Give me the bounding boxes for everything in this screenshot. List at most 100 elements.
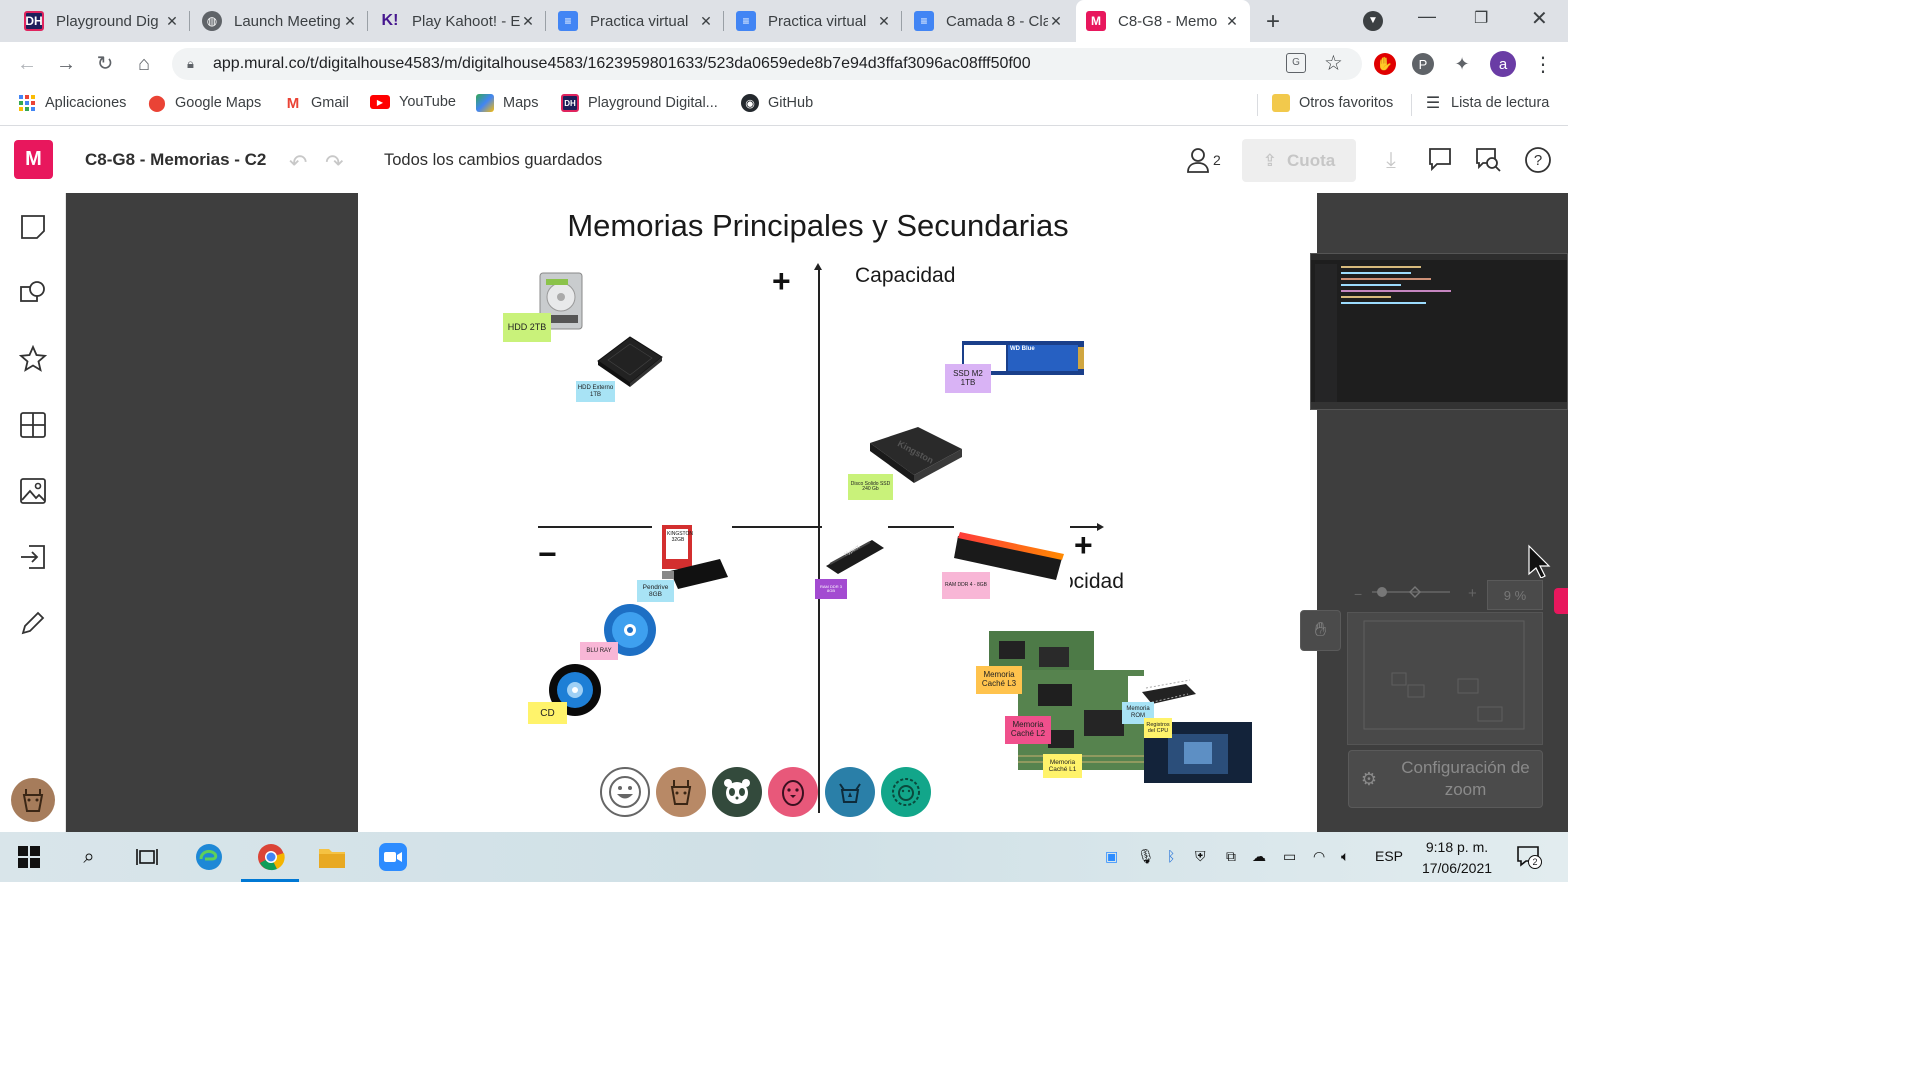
search-comments-icon[interactable] bbox=[1474, 146, 1502, 174]
bookmark-apps[interactable]: Aplicaciones bbox=[18, 94, 126, 112]
penguin-icon[interactable] bbox=[768, 767, 818, 817]
share-button[interactable]: ⇪ Cuota bbox=[1242, 139, 1356, 182]
close-icon[interactable]: ✕ bbox=[164, 13, 180, 30]
y-axis-label[interactable]: Capacidad bbox=[855, 264, 955, 288]
minus-left-label[interactable]: − bbox=[538, 536, 557, 573]
sticky-note[interactable]: HDD 2TB bbox=[503, 313, 551, 342]
side-tab[interactable] bbox=[1554, 588, 1568, 614]
zoom-settings-button[interactable]: ⚙ Configuración de zoom bbox=[1348, 750, 1543, 808]
lock-icon[interactable]: 🔒︎ bbox=[187, 56, 194, 72]
forward-icon[interactable]: → bbox=[54, 52, 78, 76]
tab-practica-1[interactable]: ≡ Practica virtual ✕ bbox=[548, 0, 724, 42]
restore-icon[interactable]: ❐ bbox=[1474, 8, 1488, 28]
security-icon[interactable]: ⛨ bbox=[1195, 848, 1206, 865]
bookmark-youtube[interactable]: ▶ YouTube bbox=[370, 94, 456, 110]
sticky-note[interactable]: SSD M2 1TB bbox=[945, 364, 991, 393]
panda-icon[interactable] bbox=[712, 767, 762, 817]
help-icon[interactable]: ? bbox=[1524, 146, 1552, 174]
window-close-icon[interactable]: ✕ bbox=[1531, 6, 1548, 31]
onedrive-icon[interactable]: ☁ bbox=[1252, 848, 1266, 865]
tab-search-icon[interactable]: ▼ bbox=[1363, 11, 1383, 31]
notifications-icon[interactable]: 2 bbox=[1516, 845, 1542, 869]
battery-icon[interactable]: ▭ bbox=[1283, 848, 1296, 865]
bookmark-gmail[interactable]: M Gmail bbox=[284, 94, 349, 112]
tab-mural-active[interactable]: M C8-G8 - Memo ✕ bbox=[1076, 0, 1250, 42]
bookmark-google-maps[interactable]: ⬤ Google Maps bbox=[148, 94, 261, 112]
sticky-note[interactable]: BLU RAY bbox=[580, 642, 618, 660]
pinterest-icon[interactable]: P bbox=[1412, 53, 1434, 75]
url-text[interactable]: app.mural.co/t/digitalhouse4583/m/digita… bbox=[213, 55, 1031, 73]
pencil-icon[interactable] bbox=[19, 609, 47, 637]
close-icon[interactable]: ✕ bbox=[876, 13, 892, 30]
tab-camada[interactable]: ≡ Camada 8 - Cla ✕ bbox=[904, 0, 1074, 42]
sticky-note[interactable]: RAM DDR 3 8GB bbox=[815, 579, 847, 599]
redo-icon[interactable]: ↷ bbox=[325, 150, 343, 176]
undo-icon[interactable]: ↶ bbox=[289, 150, 307, 176]
download-icon[interactable]: ⤓ bbox=[1377, 146, 1405, 174]
tab-practica-2[interactable]: ≡ Practica virtual ✕ bbox=[726, 0, 902, 42]
star-icon[interactable]: ☆ bbox=[1324, 51, 1343, 76]
menu-icon[interactable]: ⋮ bbox=[1533, 52, 1553, 77]
lion-icon[interactable] bbox=[881, 767, 931, 817]
close-icon[interactable]: ✕ bbox=[1048, 13, 1064, 30]
sticky-note[interactable]: CD bbox=[528, 702, 567, 724]
bookmark-playground[interactable]: DH Playground Digital... bbox=[561, 94, 718, 112]
tab-playground[interactable]: DH Playground Dig ✕ bbox=[14, 0, 190, 42]
profile-avatar[interactable]: a bbox=[1490, 51, 1516, 77]
reload-icon[interactable]: ↻ bbox=[93, 52, 117, 76]
reading-list[interactable]: ☰ Lista de lectura bbox=[1424, 94, 1550, 112]
screen-share-preview[interactable] bbox=[1310, 253, 1568, 410]
extensions-icon[interactable]: ✦ bbox=[1451, 53, 1473, 75]
zoom-level[interactable]: 9 % bbox=[1487, 580, 1543, 610]
translate-icon[interactable]: G bbox=[1286, 53, 1306, 73]
search-icon[interactable]: ⌕ bbox=[74, 842, 104, 872]
smiley-icon[interactable] bbox=[600, 767, 650, 817]
microphone-icon[interactable]: 🎙︎ bbox=[1137, 848, 1155, 865]
sticky-note[interactable]: Memoria Caché L1 bbox=[1043, 754, 1082, 778]
edge-icon[interactable] bbox=[194, 842, 224, 872]
minimize-icon[interactable]: — bbox=[1418, 6, 1436, 27]
close-icon[interactable]: ✕ bbox=[1224, 13, 1240, 30]
image-icon[interactable] bbox=[19, 477, 47, 505]
sticky-note[interactable]: Registros del CPU bbox=[1144, 718, 1172, 738]
sticky-note[interactable]: Pendrive 8GB bbox=[637, 580, 674, 602]
volume-icon[interactable]: 🔈︎ bbox=[1341, 848, 1349, 865]
new-tab-icon[interactable]: + bbox=[1266, 8, 1280, 36]
close-icon[interactable]: ✕ bbox=[520, 13, 536, 30]
home-icon[interactable]: ⌂ bbox=[132, 52, 156, 76]
star-icon[interactable] bbox=[18, 344, 48, 373]
giraffe-icon[interactable] bbox=[656, 767, 706, 817]
comment-icon[interactable] bbox=[1426, 146, 1454, 174]
chrome-icon[interactable] bbox=[256, 842, 286, 872]
sticky-note[interactable]: HDD Externo 1TB bbox=[576, 381, 615, 402]
adblock-icon[interactable]: ✋ bbox=[1374, 53, 1396, 75]
rhino-icon[interactable] bbox=[825, 767, 875, 817]
sticky-note-icon[interactable] bbox=[19, 213, 47, 241]
collaborators-button[interactable]: 2 bbox=[1186, 147, 1221, 173]
wifi-icon[interactable]: ◠ bbox=[1313, 848, 1325, 865]
zoom-tray-icon[interactable]: ▣ bbox=[1105, 848, 1118, 865]
import-icon[interactable] bbox=[19, 543, 47, 571]
sticky-note[interactable]: Memoria Caché L2 bbox=[1005, 716, 1051, 744]
shapes-icon[interactable] bbox=[19, 279, 47, 307]
hand-tool-icon[interactable]: ✋︎ bbox=[1300, 610, 1341, 651]
windows-start-icon[interactable] bbox=[14, 842, 44, 872]
bookmark-github[interactable]: ◉ GitHub bbox=[741, 94, 813, 112]
close-icon[interactable]: ✕ bbox=[342, 13, 358, 30]
close-icon[interactable]: ✕ bbox=[698, 13, 714, 30]
bookmark-other-favorites[interactable]: Otros favoritos bbox=[1272, 94, 1393, 112]
task-view-icon[interactable] bbox=[132, 842, 162, 872]
plus-top-label[interactable]: + bbox=[772, 263, 791, 300]
tab-launch-meeting[interactable]: ◍ Launch Meeting ✕ bbox=[192, 0, 368, 42]
bookmark-maps[interactable]: Maps bbox=[476, 94, 538, 112]
minimap[interactable] bbox=[1347, 612, 1543, 745]
mural-title[interactable]: C8-G8 - Memorias - C2 bbox=[85, 150, 266, 170]
file-explorer-icon[interactable] bbox=[317, 842, 347, 872]
sticky-note[interactable]: Memoria Caché L3 bbox=[976, 666, 1022, 694]
zoom-app-icon[interactable] bbox=[378, 842, 408, 872]
plus-right-label[interactable]: + bbox=[1074, 527, 1093, 564]
x-axis-label[interactable]: ocidad bbox=[1062, 570, 1124, 594]
language-indicator[interactable]: ESP bbox=[1375, 848, 1403, 864]
clock[interactable]: 9:18 p. m. 17/06/2021 bbox=[1412, 837, 1502, 879]
board-title[interactable]: Memorias Principales y Secundarias bbox=[358, 208, 1278, 244]
